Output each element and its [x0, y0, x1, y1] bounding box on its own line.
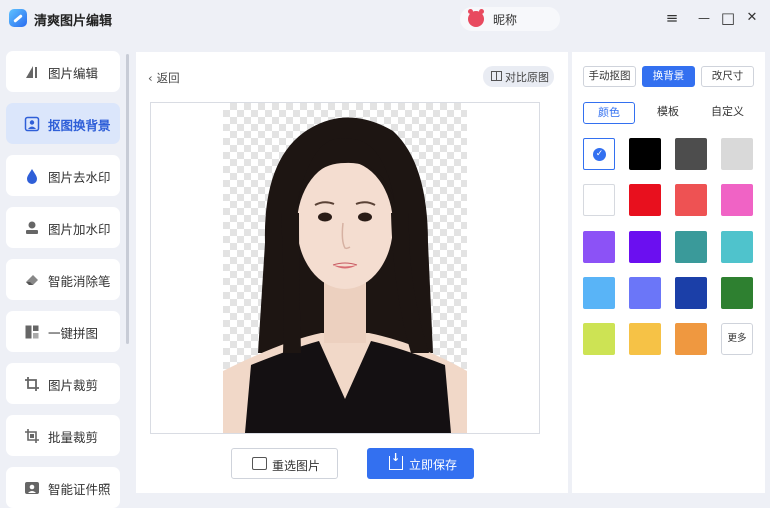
- color-swatch[interactable]: [629, 184, 661, 216]
- sidebar-item-label: 抠图换背景: [48, 118, 111, 133]
- sidebar-item-label: 图片去水印: [48, 170, 111, 185]
- color-swatch[interactable]: [675, 184, 707, 216]
- color-swatch[interactable]: [675, 323, 707, 355]
- edit-image-icon: [26, 66, 37, 78]
- sidebar-item-label: 图片加水印: [48, 222, 111, 237]
- water-drop-icon: [27, 169, 37, 184]
- color-swatch[interactable]: ✓: [583, 138, 615, 170]
- user-profile-button[interactable]: 昵称: [460, 7, 560, 31]
- save-now-button[interactable]: 立即保存: [367, 448, 474, 479]
- id-photo-icon: [25, 482, 39, 494]
- sidebar-scrollbar[interactable]: [126, 54, 129, 344]
- cutout-icon: [24, 116, 40, 132]
- sidebar-item-label: 批量裁剪: [48, 430, 99, 445]
- collage-icon: [25, 325, 39, 339]
- color-swatch[interactable]: [721, 184, 753, 216]
- color-swatch[interactable]: [583, 277, 615, 309]
- sidebar-item-remove-watermark[interactable]: 图片去水印: [6, 155, 120, 196]
- app-title: 清爽图片编辑: [34, 14, 113, 29]
- sidebar-item-id-photo[interactable]: 智能证件照: [6, 467, 120, 508]
- tab-color[interactable]: 颜色: [583, 102, 635, 124]
- color-swatch[interactable]: [629, 138, 661, 170]
- sidebar-item-batch-crop[interactable]: 批量裁剪: [6, 415, 120, 456]
- avatar: [468, 9, 484, 27]
- portrait-photo: [223, 103, 467, 433]
- back-button[interactable]: ‹ 返回: [148, 70, 180, 86]
- compare-original-button[interactable]: 对比原图: [483, 66, 554, 87]
- title-bar: 清爽图片编辑 昵称 ≡ — □ ✕: [0, 0, 770, 40]
- reselect-image-button[interactable]: 重选图片: [231, 448, 338, 479]
- reselect-label: 重选图片: [272, 459, 321, 473]
- tab-resize[interactable]: 改尺寸: [701, 66, 754, 87]
- minimize-button[interactable]: —: [694, 8, 714, 28]
- image-canvas[interactable]: [150, 102, 540, 434]
- color-swatch[interactable]: [629, 323, 661, 355]
- color-swatch[interactable]: [675, 138, 707, 170]
- color-swatch[interactable]: [721, 231, 753, 263]
- batch-crop-icon: [25, 429, 39, 443]
- close-button[interactable]: ✕: [742, 8, 762, 28]
- check-icon: ✓: [593, 148, 606, 161]
- tab-change-background[interactable]: 换背景: [642, 66, 695, 87]
- color-swatch[interactable]: [583, 184, 615, 216]
- menu-icon[interactable]: ≡: [662, 8, 682, 28]
- sidebar-item-smart-eraser[interactable]: 智能消除笔: [6, 259, 120, 300]
- stamp-icon: [26, 221, 38, 234]
- sidebar-item-crop[interactable]: 图片裁剪: [6, 363, 120, 404]
- back-label: 返回: [156, 71, 180, 85]
- sidebar-item-collage[interactable]: 一键拼图: [6, 311, 120, 352]
- color-swatch[interactable]: [583, 231, 615, 263]
- compare-icon: [491, 71, 502, 81]
- chevron-left-icon: ‹: [148, 71, 153, 85]
- tab-template[interactable]: 模板: [642, 102, 694, 124]
- sidebar-item-label: 智能消除笔: [48, 274, 111, 289]
- sidebar-item-add-watermark[interactable]: 图片加水印: [6, 207, 120, 248]
- eraser-icon: [26, 275, 38, 285]
- sidebar-item-label: 图片裁剪: [48, 378, 99, 393]
- maximize-button[interactable]: □: [718, 8, 738, 28]
- sidebar-item-label: 图片编辑: [48, 66, 99, 81]
- sidebar-item-image-edit[interactable]: 图片编辑: [6, 51, 120, 92]
- color-swatch[interactable]: [629, 277, 661, 309]
- sidebar-item-label: 智能证件照: [48, 482, 111, 497]
- sidebar: 图片编辑 抠图换背景 图片去水印 图片加水印 智能消除笔 一键拼图 图片裁剪 批…: [0, 45, 132, 508]
- sidebar-item-cutout[interactable]: 抠图换背景: [6, 103, 120, 144]
- color-swatch[interactable]: [675, 231, 707, 263]
- color-swatch[interactable]: [721, 138, 753, 170]
- app-logo-icon: [9, 9, 27, 27]
- image-icon: [252, 457, 267, 470]
- user-nickname: 昵称: [493, 13, 518, 27]
- portrait-illustration: [223, 117, 467, 433]
- crop-icon: [25, 377, 39, 391]
- more-colors-button[interactable]: 更多: [721, 323, 753, 355]
- save-label: 立即保存: [409, 458, 458, 472]
- color-swatch[interactable]: [583, 323, 615, 355]
- compare-label: 对比原图: [505, 71, 549, 84]
- tab-manual-cutout[interactable]: 手动抠图: [583, 66, 636, 87]
- color-swatch[interactable]: [721, 277, 753, 309]
- color-swatch[interactable]: [675, 277, 707, 309]
- tab-custom[interactable]: 自定义: [700, 102, 755, 124]
- download-icon: [389, 451, 403, 470]
- color-swatch[interactable]: [629, 231, 661, 263]
- sidebar-item-label: 一键拼图: [48, 326, 99, 341]
